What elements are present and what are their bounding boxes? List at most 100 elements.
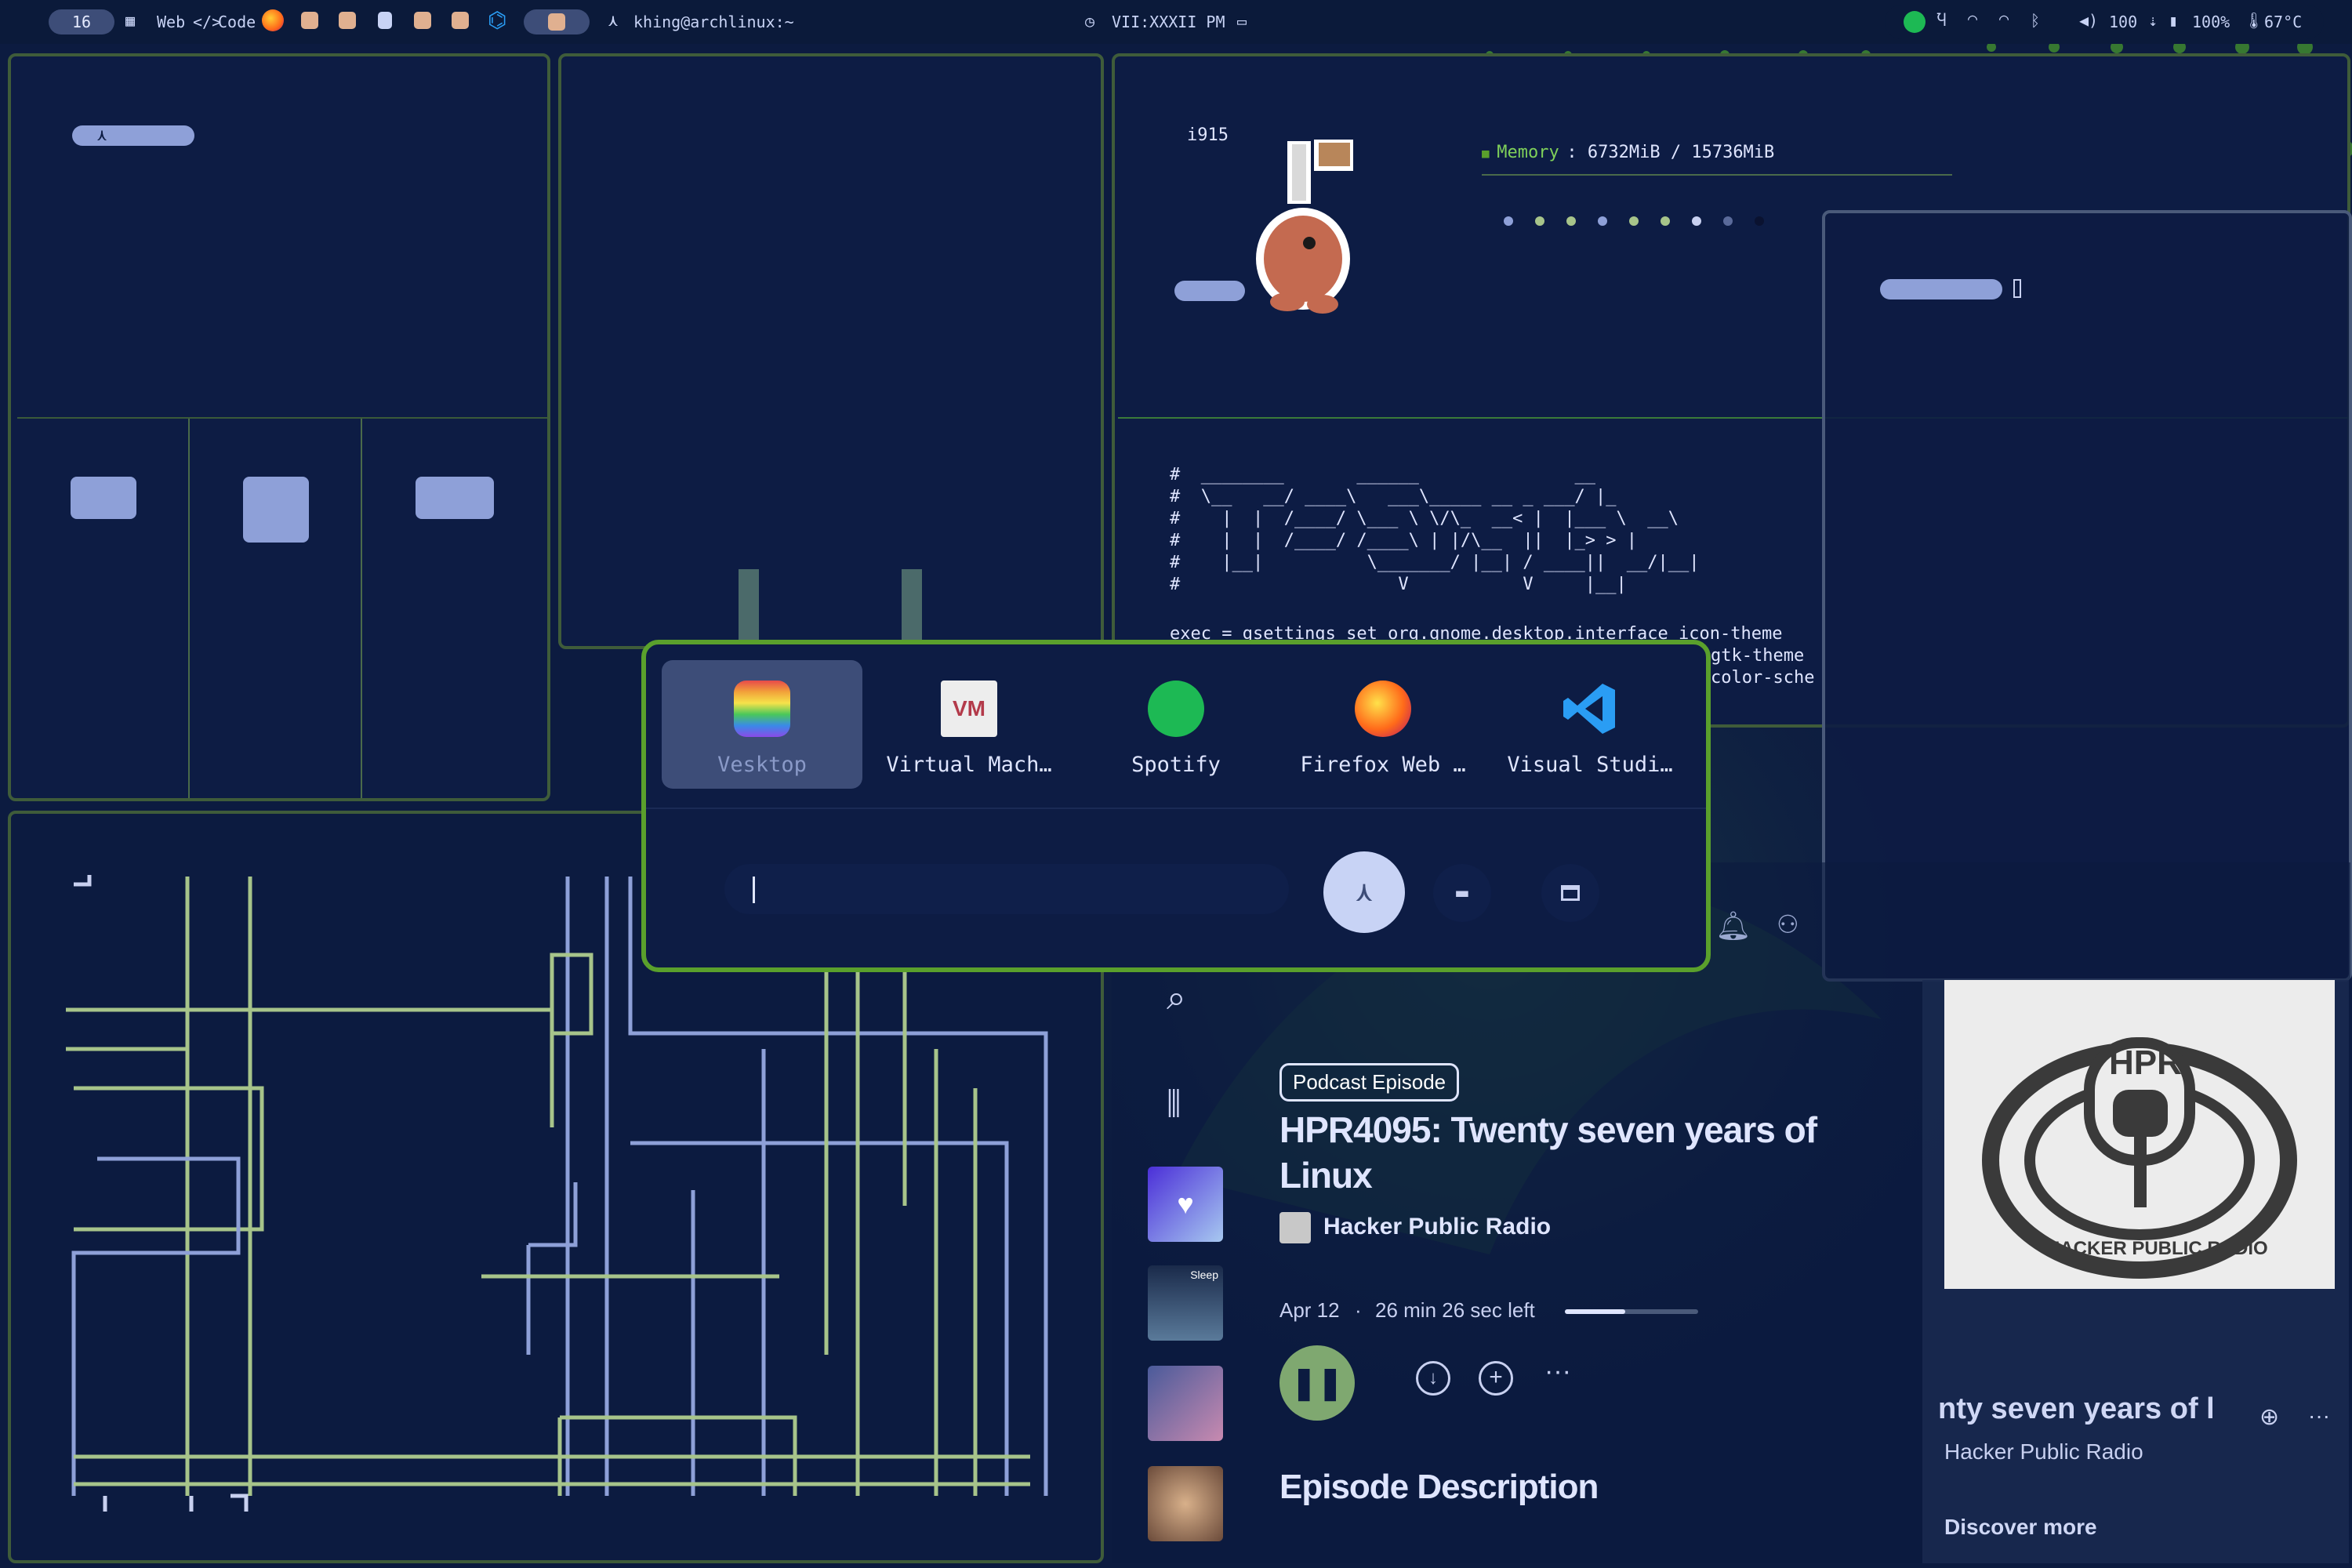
vscode-icon[interactable]: ⌬ [488, 9, 506, 31]
ascii-line: # \__ __/ ____\ ___\_____ __ _ ___/ |_ [1170, 487, 1617, 506]
spotify-tray-icon[interactable] [1904, 11, 1926, 33]
divider [17, 417, 547, 419]
app-tray-icon[interactable] [452, 12, 469, 29]
prompt-tag [71, 477, 136, 519]
episode-date: Apr 12 [1279, 1298, 1340, 1322]
wifi-icon[interactable]: ◠ [1968, 9, 1977, 28]
search-icon[interactable]: ⌕ [1167, 978, 1186, 1018]
arch-icon: ⋏ [608, 11, 619, 30]
pause-button[interactable]: ❚❚ [1279, 1345, 1355, 1421]
now-playing-artist[interactable]: Hacker Public Radio [1944, 1439, 2143, 1465]
episode-title: HPR4095: Twenty seven years of Linux [1279, 1109, 1817, 1196]
liked-songs-thumb[interactable]: ♥ [1148, 1167, 1223, 1242]
episode-progress-fill [1565, 1309, 1625, 1314]
memory-icon: ■ [1482, 146, 1497, 161]
arch-launcher-button[interactable]: ⋏ [1323, 851, 1405, 933]
file-icon[interactable] [378, 12, 392, 29]
code-label[interactable]: Code [218, 13, 256, 31]
spotify-icon [1148, 681, 1204, 737]
memory-value: : 6732MiB / 15736MiB [1566, 143, 1775, 162]
launcher-divider [646, 808, 1706, 809]
terminal-window[interactable]: ⋏ [8, 53, 550, 801]
cava-bar [739, 569, 759, 648]
cursor [2013, 279, 2021, 298]
now-playing-title[interactable]: nty seven years of l [1938, 1392, 2236, 1426]
hpr-logo: HPR HACKER PUBLIC RADIO [1982, 1037, 2297, 1279]
sticker-image [1232, 125, 1358, 321]
vesktop-icon [734, 681, 790, 737]
app-tray-icon[interactable] [414, 12, 431, 29]
discover-more[interactable]: Discover more [1944, 1515, 2097, 1540]
ascii-line: # V V |__| [1170, 575, 1627, 594]
launcher-app-virt-manager[interactable]: VM Virtual Mach… [869, 660, 1069, 789]
cover-art[interactable]: HPR HACKER PUBLIC RADIO [1944, 980, 2335, 1289]
download-button[interactable]: ↓ [1416, 1361, 1450, 1396]
battery-icon: ▮ [2169, 11, 2179, 30]
show-name[interactable]: Hacker Public Radio [1323, 1214, 1551, 1240]
add-button[interactable]: + [1479, 1361, 1513, 1396]
virt-manager-icon: VM [941, 681, 997, 737]
wifi-icon[interactable]: ◠ [1999, 9, 2009, 28]
color-dots [1504, 216, 1764, 226]
heart-icon: ♥ [1177, 1188, 1194, 1220]
app-label: Spotify [1131, 753, 1221, 777]
time-left: 26 min 26 sec left [1375, 1298, 1535, 1322]
show-avatar[interactable] [1279, 1212, 1311, 1243]
now-playing-add-icon[interactable]: ⊕ [2259, 1403, 2279, 1431]
volume-icon[interactable]: ◀) [2079, 11, 2098, 30]
files-button[interactable]: ▬ [1433, 864, 1491, 922]
app-tray-icon [548, 13, 565, 31]
window-icon [1561, 885, 1580, 901]
library-icon[interactable]: ⫼ [1167, 1087, 1181, 1122]
thermometer-icon: 🌡 [2244, 11, 2264, 30]
episode-progress [1565, 1309, 1698, 1314]
firefox-icon[interactable] [262, 9, 284, 31]
ascii-line: # ________ ______ __ [1170, 465, 1596, 485]
meta-separator: · [1355, 1298, 1362, 1322]
launcher-app-vesktop[interactable]: Vesktop [662, 660, 862, 789]
cover-ring-text: HACKER PUBLIC RADIO [2046, 1238, 2268, 1259]
launcher-search-input[interactable] [724, 864, 1289, 914]
workspace-indicator[interactable]: 16 [49, 9, 114, 34]
playlist-thumb[interactable] [1148, 1366, 1223, 1441]
pause-icon: ❚❚ [1290, 1366, 1344, 1400]
launcher-app-vscode[interactable]: Visual Studi… [1490, 660, 1690, 789]
launcher-app-spotify[interactable]: Spotify [1076, 660, 1276, 789]
app-tray-icon[interactable] [339, 12, 356, 29]
mic-icon[interactable]: ⇣ [2148, 11, 2158, 30]
prompt-tag [1880, 279, 2002, 299]
playlist-thumb[interactable]: Sleep [1148, 1265, 1223, 1341]
vesktop-tray-icon[interactable]: Ⴏ [1936, 11, 1947, 30]
windows-button[interactable] [1541, 864, 1599, 922]
memory-readout: ■ Memory : 6732MiB / 15736MiB [1482, 143, 1952, 176]
prompt-tag [72, 125, 194, 146]
podcast-badge-label: Podcast Episode [1293, 1070, 1446, 1094]
window-title: khing@archlinux:~ [633, 13, 794, 31]
volume-value: 100 [2109, 13, 2138, 31]
terminal-window[interactable] [558, 53, 1104, 649]
active-window-pill[interactable] [524, 9, 590, 34]
podcast-badge: Podcast Episode [1279, 1063, 1460, 1102]
bluetooth-icon[interactable]: ᛒ [2031, 11, 2040, 30]
launcher-app-firefox[interactable]: Firefox Web … [1283, 660, 1483, 789]
ascii-line: # | | /____/ /____\ | |/\__ || |_> > | [1170, 531, 1638, 550]
clock-icon: ◷ [1085, 12, 1095, 31]
vscode-icon [1562, 681, 1618, 737]
firefox-icon [1355, 681, 1411, 737]
config-line: gtk-theme [1711, 646, 1805, 666]
notifications-icon[interactable]: 🔔︎ [1715, 909, 1751, 942]
layout-icon[interactable]: ▦ [125, 11, 135, 30]
code-icon: </> [193, 13, 222, 31]
now-playing-more-icon[interactable]: ··· [2308, 1403, 2330, 1428]
cava-bar [902, 569, 922, 648]
friends-icon[interactable]: ⚇ [1777, 909, 1799, 939]
clock[interactable]: VII:XXXII PM [1112, 13, 1225, 31]
more-options-button[interactable]: ··· [1544, 1356, 1571, 1387]
web-label[interactable]: Web [157, 13, 185, 31]
ascii-line: # |__| \_______/ |__| / ____|| __/|__| [1170, 553, 1700, 572]
playlist-thumb[interactable] [1148, 1466, 1223, 1541]
prompt-tag [416, 477, 494, 519]
divider [361, 419, 362, 798]
app-tray-icon[interactable] [301, 12, 318, 29]
folder-icon: ▬ [1456, 881, 1468, 905]
